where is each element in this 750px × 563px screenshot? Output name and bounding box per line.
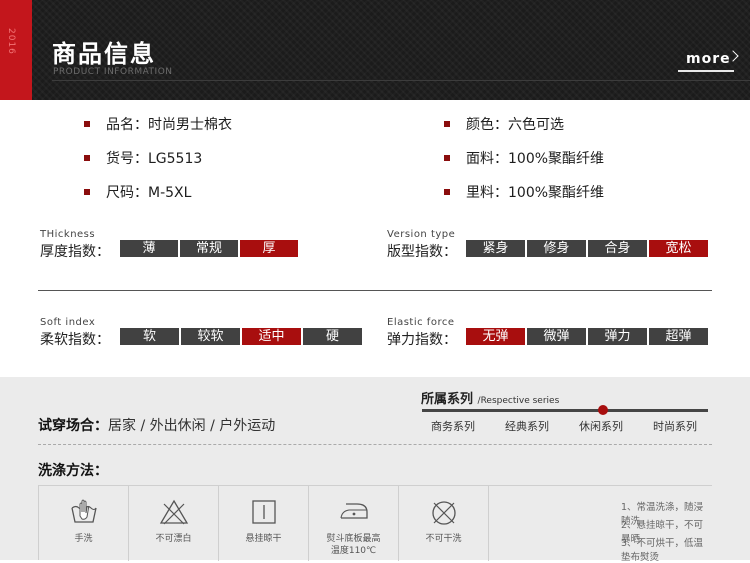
soft-segments: 软 较软 适中 硬 — [120, 328, 362, 345]
wash-label: 熨斗底板最高 温度110℃ — [326, 534, 381, 556]
series-item: 时尚系列 — [653, 420, 697, 433]
soft-zh-label: 柔软指数： — [40, 332, 110, 348]
more-link[interactable]: more — [686, 51, 731, 67]
series-item: 经典系列 — [505, 420, 549, 433]
series-item-active: 休闲系列 — [579, 420, 623, 433]
wash-label: 不可干洗 — [425, 534, 462, 544]
thickness-segments: 薄 常规 厚 — [120, 240, 298, 257]
bullet-icon — [84, 155, 90, 161]
soft-option-active: 适中 — [242, 328, 301, 345]
wash-label: 悬挂晾干 — [245, 534, 282, 544]
version-option: 合身 — [588, 240, 647, 257]
bullet-icon — [84, 189, 90, 195]
version-zh-label: 版型指数： — [387, 244, 457, 260]
hand-wash-icon — [70, 499, 97, 523]
wash-label: 不可漂白 — [155, 534, 192, 544]
bullet-icon — [444, 121, 450, 127]
occasion-label: 试穿场合： — [38, 418, 108, 434]
elastic-option: 超弹 — [649, 328, 708, 345]
series-item: 商务系列 — [431, 420, 475, 433]
series-marker — [598, 405, 608, 415]
header-side-text: 2016 — [6, 28, 16, 55]
version-option-active: 宽松 — [649, 240, 708, 257]
thickness-zh-label: 厚度指数： — [40, 244, 110, 260]
more-underline — [678, 70, 734, 72]
thickness-en-label: THickness — [40, 229, 96, 240]
wash-title: 洗涤方法： — [38, 463, 108, 479]
page-title: 商品信息 — [52, 40, 156, 68]
wash-table: 手洗 不可漂白 悬挂晾干 熨斗底板最高 温度110℃ 不可干洗 1、常温洗涤，随… — [38, 485, 712, 563]
soft-option: 较软 — [181, 328, 240, 345]
no-tumble-dry-icon — [431, 501, 456, 525]
info-lining: 里料：100%聚酯纤维 — [444, 182, 604, 202]
wash-note: 3、不可烘干，低温垫布熨烫 — [621, 538, 704, 563]
bullet-icon — [444, 189, 450, 195]
soft-en-label: Soft index — [40, 317, 96, 328]
version-en-label: Version type — [387, 229, 456, 240]
info-size: 尺码：M-5XL — [84, 182, 191, 202]
elastic-scale: Elastic force 弹力指数： — [387, 317, 457, 349]
wash-cell: 悬挂晾干 — [219, 486, 309, 561]
version-option: 修身 — [527, 240, 586, 257]
header-rule — [52, 80, 750, 81]
wash-cell: 手洗 — [39, 486, 129, 561]
no-bleach-icon — [159, 499, 188, 525]
info-name: 品名：时尚男士棉衣 — [84, 114, 232, 134]
section-divider — [38, 290, 712, 291]
elastic-option: 微弹 — [527, 328, 586, 345]
elastic-option-active: 无弹 — [466, 328, 525, 345]
wash-cell: 不可干洗 — [399, 486, 489, 561]
series-track — [422, 409, 708, 412]
thickness-option: 常规 — [180, 240, 238, 257]
thickness-option: 薄 — [120, 240, 178, 257]
occasion-row: 试穿场合：居家 / 外出休闲 / 户外运动 — [38, 415, 275, 435]
header-banner: 2016 商品信息 PRODUCT INFORMATION more — [0, 0, 750, 100]
thickness-scale: THickness 厚度指数： — [40, 229, 110, 261]
version-scale: Version type 版型指数： — [387, 229, 457, 261]
soft-option: 硬 — [303, 328, 362, 345]
wash-cell: 不可漂白 — [129, 486, 219, 561]
version-option: 紧身 — [466, 240, 525, 257]
hang-dry-icon — [251, 500, 276, 524]
info-color: 颜色：六色可选 — [444, 114, 564, 134]
version-segments: 紧身 修身 合身 宽松 — [466, 240, 708, 257]
elastic-segments: 无弹 微弹 弹力 超弹 — [466, 328, 708, 345]
iron-icon — [339, 503, 368, 519]
series-subtitle: /Respective series — [477, 396, 560, 406]
soft-scale: Soft index 柔软指数： — [40, 317, 110, 349]
wash-notes: 1、常温洗涤，随浸随洗 2、悬挂晾干，不可暴晒 3、不可烘干，低温垫布熨烫 — [489, 486, 712, 563]
wash-label: 手洗 — [74, 534, 93, 544]
soft-option: 软 — [120, 328, 179, 345]
header-red-bar — [0, 0, 32, 100]
dashed-divider — [38, 444, 712, 445]
occasion-value: 居家 / 外出休闲 / 户外运动 — [108, 418, 276, 434]
elastic-en-label: Elastic force — [387, 317, 455, 328]
page-subtitle: PRODUCT INFORMATION — [53, 67, 173, 77]
info-code: 货号：LG5513 — [84, 148, 202, 168]
wash-cell: 熨斗底板最高 温度110℃ — [309, 486, 399, 561]
info-fabric: 面料：100%聚酯纤维 — [444, 148, 604, 168]
series-title: 所属系列 /Respective series — [421, 392, 560, 407]
elastic-option: 弹力 — [588, 328, 647, 345]
thickness-option-active: 厚 — [240, 240, 298, 257]
bullet-icon — [444, 155, 450, 161]
elastic-zh-label: 弹力指数： — [387, 332, 457, 348]
bullet-icon — [84, 121, 90, 127]
